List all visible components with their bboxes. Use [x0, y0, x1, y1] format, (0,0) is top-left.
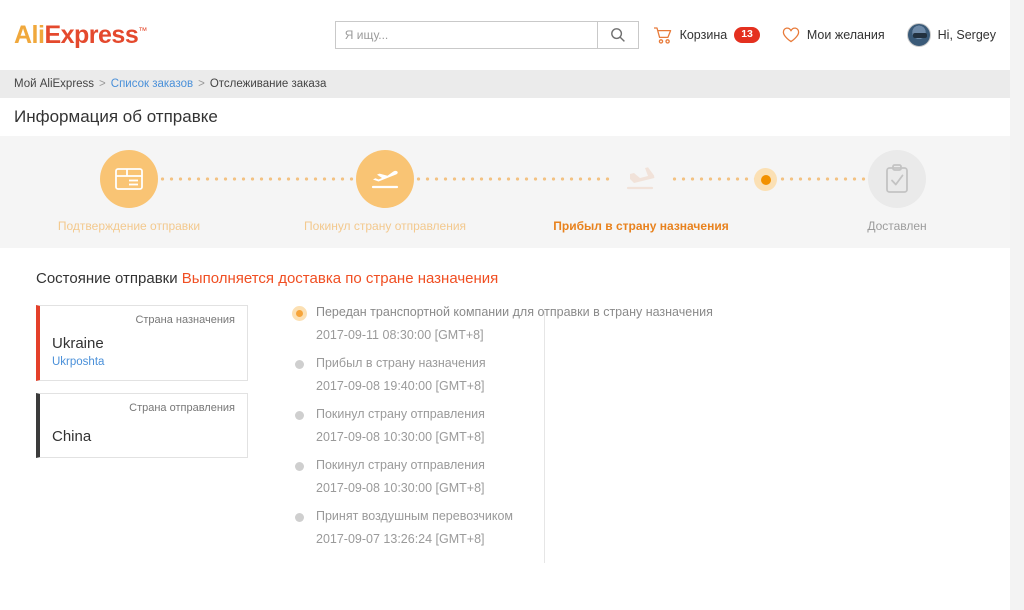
timeline-marker-active [292, 306, 307, 321]
timeline-date: 2017-09-07 13:26:24 [GMT+8] [316, 532, 485, 546]
destination-country: Ukraine [52, 335, 104, 352]
search-bar [334, 21, 639, 49]
stepper-step-2[interactable]: Покинул страну отправления [280, 150, 490, 233]
origin-country: China [52, 428, 92, 445]
origin-caption: Страна отправления [129, 402, 235, 414]
breadcrumb: Мой AliExpress > Список заказов > Отслеж… [0, 70, 1010, 98]
timeline-item: Принят воздушным перевозчиком 2017-09-07… [295, 509, 1010, 546]
greeting-label: Hi, Sergey [937, 28, 996, 42]
step-4-circle [868, 150, 926, 208]
destination-caption: Страна назначения [135, 314, 235, 326]
site-header: AliExpress™ Корзина 13 [0, 0, 1010, 70]
step-1-circle [100, 150, 158, 208]
timeline-text: Покинул страну отправления [316, 458, 485, 472]
search-input[interactable] [334, 21, 597, 49]
step-2-circle [356, 150, 414, 208]
wishlist-label: Мои желания [806, 28, 885, 42]
timeline-date: 2017-09-08 10:30:00 [GMT+8] [316, 481, 485, 495]
cart-button[interactable]: Корзина 13 [653, 26, 760, 44]
timeline-text: Передан транспортной компании для отправ… [316, 305, 713, 319]
breadcrumb-separator-2: > [198, 78, 205, 90]
country-cards: Страна назначения Ukraine Ukrposhta Стра… [36, 305, 248, 560]
step-3-label: Прибыл в страну назначения [553, 219, 729, 233]
breadcrumb-current: Отслеживание заказа [209, 78, 327, 90]
stepper-step-1[interactable]: Подтверждение отправки [24, 150, 234, 233]
cart-label: Корзина [679, 28, 728, 42]
package-icon [115, 168, 143, 190]
wishlist-button[interactable]: Мои желания [782, 27, 885, 43]
timeline-item: Покинул страну отправления 2017-09-08 10… [295, 407, 1010, 444]
logo-trademark: ™ [138, 25, 147, 36]
search-button[interactable] [596, 21, 639, 49]
tracking-timeline: Передан транспортной компании для отправ… [248, 305, 1010, 563]
stepper-step-3[interactable]: Прибыл в страну назначения [536, 150, 746, 233]
current-position-marker [754, 168, 777, 191]
destination-carrier-link[interactable]: Ukrposhta [52, 356, 235, 368]
step-2-label: Покинул страну отправления [303, 219, 467, 233]
breadcrumb-root[interactable]: Мой AliExpress [14, 78, 94, 90]
timeline-item: Передан транспортной компании для отправ… [292, 305, 1010, 342]
page-title-bar: Информация об отправке [0, 98, 1010, 136]
page-title: Информация об отправке [14, 107, 218, 126]
timeline-text: Принят воздушным перевозчиком [316, 509, 513, 523]
timeline-item: Прибыл в страну назначения 2017-09-08 19… [295, 356, 1010, 393]
page-root: AliExpress™ Корзина 13 [0, 0, 1010, 610]
step-4-label: Доставлен [867, 219, 927, 233]
avatar [906, 23, 931, 47]
status-label: Состояние отправки [36, 270, 178, 287]
shipment-status-line: Состояние отправки Выполняется доставка … [0, 248, 1010, 305]
step-1-label: Подтверждение отправки [57, 219, 201, 233]
destination-card: Страна назначения Ukraine Ukrposhta [36, 305, 248, 381]
timeline-date: 2017-09-08 10:30:00 [GMT+8] [316, 430, 485, 444]
timeline-marker [295, 513, 304, 522]
timeline-marker [295, 411, 304, 420]
account-button[interactable]: Hi, Sergey [906, 23, 996, 47]
search-icon [610, 28, 625, 42]
timeline-marker [295, 360, 304, 369]
shipment-progress-stepper: Подтверждение отправки Покинул страну от… [0, 136, 1010, 248]
timeline-date: 2017-09-11 08:30:00 [GMT+8] [316, 328, 484, 342]
stepper-step-4[interactable]: Доставлен [792, 150, 1002, 233]
timeline-marker [295, 462, 304, 471]
header-actions: Корзина 13 Мои желания Hi, Sergey [653, 23, 996, 47]
origin-card: Страна отправления China [36, 393, 248, 458]
logo-text-express: Express [44, 20, 139, 49]
plane-arrival-icon [626, 167, 655, 190]
timeline-text: Покинул страну отправления [316, 407, 485, 421]
timeline-text: Прибыл в страну назначения [316, 356, 486, 370]
heart-icon [782, 27, 800, 43]
plane-departure-icon [371, 170, 399, 189]
aliexpress-logo[interactable]: AliExpress™ [14, 21, 147, 50]
logo-text-ali: Ali [14, 20, 45, 49]
breadcrumb-separator-1: > [99, 78, 106, 90]
status-value: Выполняется доставка по стране назначени… [181, 270, 499, 287]
tracking-body: Страна назначения Ukraine Ukrposhta Стра… [0, 305, 1010, 563]
step-3-circle [612, 150, 670, 208]
timeline-date: 2017-09-08 19:40:00 [GMT+8] [316, 379, 485, 393]
cart-icon [653, 26, 671, 44]
cart-count-badge: 13 [734, 26, 760, 44]
clipboard-check-icon [886, 164, 908, 193]
breadcrumb-link-orders[interactable]: Список заказов [111, 78, 193, 90]
timeline-item: Покинул страну отправления 2017-09-08 10… [295, 458, 1010, 495]
